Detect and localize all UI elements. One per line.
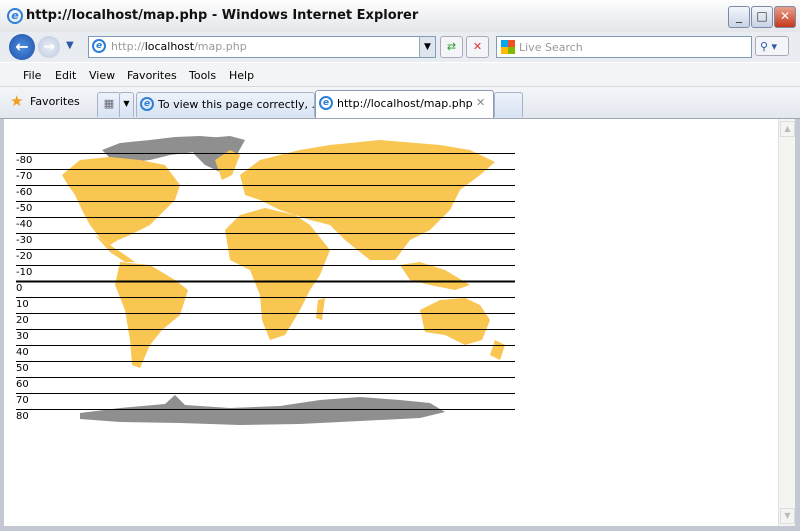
latitude-label: 20 <box>16 315 29 326</box>
australia <box>420 298 490 345</box>
latitude-label: -10 <box>16 267 33 278</box>
latitude-label: -30 <box>16 235 33 246</box>
latitude-label: -60 <box>16 187 33 198</box>
latitude-label: -50 <box>16 203 33 214</box>
latitude-label: 40 <box>16 347 29 358</box>
latitude-label: -40 <box>16 219 33 230</box>
latitude-label: 60 <box>16 379 29 390</box>
latitude-label: -70 <box>16 171 33 182</box>
latitude-label: -20 <box>16 251 33 262</box>
latitude-label: 70 <box>16 395 29 406</box>
new-zealand <box>490 340 505 360</box>
africa <box>225 208 330 340</box>
southeast-asia-islands <box>400 262 470 290</box>
latitude-label: 50 <box>16 363 29 374</box>
latitude-label: -80 <box>16 155 33 166</box>
continents <box>62 140 505 368</box>
madagascar <box>316 298 325 320</box>
latitude-label: 30 <box>16 331 29 342</box>
latitude-label: 10 <box>16 299 29 310</box>
latitude-label: 0 <box>16 283 23 294</box>
world-map <box>16 136 515 425</box>
latitude-label: 80 <box>16 411 29 422</box>
south-america <box>115 262 188 368</box>
